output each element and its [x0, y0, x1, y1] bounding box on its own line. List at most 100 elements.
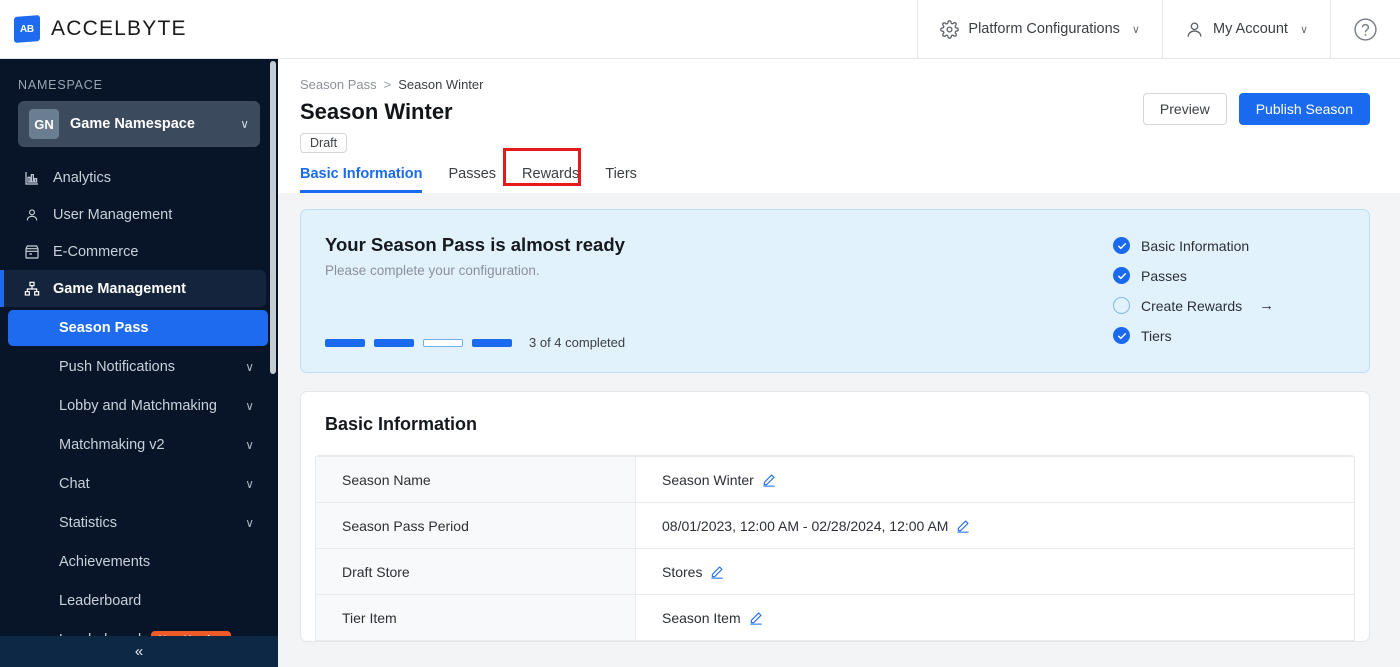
chevron-down-icon: ∨ [245, 360, 254, 374]
sidebar-collapse-button[interactable]: « [0, 636, 278, 667]
sidebar-scrollbar[interactable] [270, 61, 276, 374]
publish-season-button[interactable]: Publish Season [1238, 93, 1370, 125]
pencil-icon[interactable] [710, 565, 724, 579]
sidebar-item-lobby-and-matchmaking[interactable]: Lobby and Matchmaking ∨ [8, 388, 268, 424]
row-value-cell: 08/01/2023, 12:00 AM - 02/28/2024, 12:00… [636, 503, 1354, 548]
store-icon [22, 244, 41, 260]
row-value-cell: Season Winter [636, 457, 1354, 502]
namespace-selector[interactable]: GN Game Namespace ∨ [18, 101, 260, 147]
brand-logo[interactable]: AB ACCELBYTE [0, 15, 187, 43]
my-account-menu[interactable]: My Account ∨ [1161, 0, 1330, 58]
sidebar-item-leaderboard-new-version[interactable]: Leaderboard New Version [8, 622, 268, 636]
sidebar-item-game-management[interactable]: Game Management [0, 270, 266, 307]
row-key: Tier Item [316, 595, 636, 640]
arrow-right-icon[interactable]: → [1259, 297, 1274, 314]
row-value: Stores [662, 563, 703, 580]
tab-label: Tiers [605, 166, 637, 182]
sidebar-item-analytics[interactable]: Analytics [0, 159, 278, 196]
chevron-down-icon: ∨ [245, 438, 254, 452]
pencil-icon[interactable] [762, 473, 776, 487]
sidebar-subitem-label: Statistics [59, 515, 118, 531]
sidebar-item-label: User Management [53, 206, 173, 223]
progress-indicator: 3 of 4 completed [325, 335, 1113, 350]
checklist-label: Passes [1141, 267, 1187, 284]
checklist-label: Tiers [1141, 327, 1172, 344]
progress-segment [325, 338, 365, 347]
breadcrumb-current: Season Winter [398, 77, 484, 92]
sidebar-item-leaderboard[interactable]: Leaderboard [8, 583, 268, 619]
brand-mark-text: AB [20, 23, 34, 35]
namespace-badge: GN [29, 109, 59, 139]
sidebar-subitem-label: Lobby and Matchmaking [59, 398, 217, 414]
check-circle-icon [1113, 327, 1130, 344]
basic-information-table: Season Name Season Winter Season Pass Pe… [315, 455, 1355, 641]
namespace-name: Game Namespace [70, 116, 195, 132]
checklist-item-basic-information[interactable]: Basic Information [1113, 237, 1343, 254]
checklist-item-passes[interactable]: Passes [1113, 267, 1343, 284]
pencil-icon[interactable] [749, 611, 763, 625]
help-button[interactable] [1330, 0, 1400, 58]
sidebar-item-season-pass[interactable]: Season Pass [8, 310, 268, 346]
platform-configurations-label: Platform Configurations [968, 21, 1120, 37]
app-root: AB ACCELBYTE Platform Configurations ∨ M… [0, 0, 1400, 667]
chevron-down-icon: ∨ [1299, 23, 1308, 36]
table-row: Season Name Season Winter [316, 457, 1354, 503]
sidebar-item-statistics[interactable]: Statistics ∨ [8, 505, 268, 541]
row-value: Season Item [662, 609, 741, 626]
sidebar-subitem-label: Matchmaking v2 [59, 437, 165, 453]
sidebar-item-e-commerce[interactable]: E-Commerce [0, 233, 278, 270]
row-key: Season Name [316, 457, 636, 502]
page-body: Your Season Pass is almost ready Please … [278, 193, 1400, 667]
tab-tiers[interactable]: Tiers [592, 166, 650, 193]
pencil-icon[interactable] [956, 519, 970, 533]
sidebar-subitem-label: Leaderboard [59, 593, 142, 609]
breadcrumb-root[interactable]: Season Pass [300, 77, 377, 92]
table-row: Season Pass Period 08/01/2023, 12:00 AM … [316, 503, 1354, 549]
preview-button[interactable]: Preview [1142, 93, 1227, 125]
collapse-icon: « [134, 643, 144, 660]
check-circle-icon [1113, 267, 1130, 284]
banner-subtitle: Please complete your configuration. [325, 263, 540, 278]
new-version-badge: New Version [151, 631, 231, 636]
preview-label: Preview [1159, 101, 1210, 117]
checklist-item-create-rewards[interactable]: Create Rewards → [1113, 297, 1343, 314]
chevron-down-icon: ∨ [245, 516, 254, 530]
chevron-down-icon: ∨ [245, 477, 254, 491]
sidebar-item-achievements[interactable]: Achievements [8, 544, 268, 580]
setup-checklist: Basic Information Passes Create Rewards … [1113, 234, 1343, 350]
progress-segment [472, 338, 512, 347]
checklist-label: Basic Information [1141, 237, 1250, 254]
tab-passes[interactable]: Passes [435, 166, 509, 193]
row-key: Draft Store [316, 549, 636, 594]
sidebar-item-user-management[interactable]: User Management [0, 196, 278, 233]
setup-progress-banner: Your Season Pass is almost ready Please … [300, 209, 1370, 373]
breadcrumb: Season Pass > Season Winter [300, 77, 1370, 92]
top-bar-actions: Platform Configurations ∨ My Account ∨ [917, 0, 1400, 58]
sidebar-subitem-label: Achievements [59, 554, 151, 570]
namespace-label: NAMESPACE [18, 78, 103, 92]
sidebar-subitem-label: Leaderboard [59, 632, 141, 636]
header-actions: Preview Publish Season [1142, 93, 1370, 125]
row-value: Season Winter [662, 471, 754, 488]
help-circle-icon [1353, 17, 1378, 42]
chevron-down-icon: ∨ [245, 399, 254, 413]
sidebar-subitem-label: Chat [59, 476, 90, 492]
tab-label: Rewards [522, 166, 580, 182]
checklist-label: Create Rewards [1141, 297, 1243, 314]
card-title: Basic Information [325, 414, 478, 434]
checklist-item-tiers[interactable]: Tiers [1113, 327, 1343, 344]
check-circle-icon [1113, 237, 1130, 254]
main-content: Season Pass > Season Winter Season Winte… [278, 59, 1400, 667]
tab-rewards[interactable]: Rewards [509, 166, 592, 193]
platform-configurations-menu[interactable]: Platform Configurations ∨ [917, 0, 1162, 58]
sidebar-item-label: Analytics [53, 169, 112, 186]
status-badge: Draft [300, 133, 348, 153]
sidebar-item-matchmaking-v2[interactable]: Matchmaking v2 ∨ [8, 427, 268, 463]
row-value-cell: Season Item [636, 595, 1354, 640]
accelbyte-logo-icon: AB [14, 15, 40, 43]
sidebar-item-chat[interactable]: Chat ∨ [8, 466, 268, 502]
sidebar-item-push-notifications[interactable]: Push Notifications ∨ [8, 349, 268, 385]
tab-basic-information[interactable]: Basic Information [300, 166, 435, 193]
empty-circle-icon [1113, 297, 1130, 314]
tab-label: Passes [448, 166, 497, 182]
